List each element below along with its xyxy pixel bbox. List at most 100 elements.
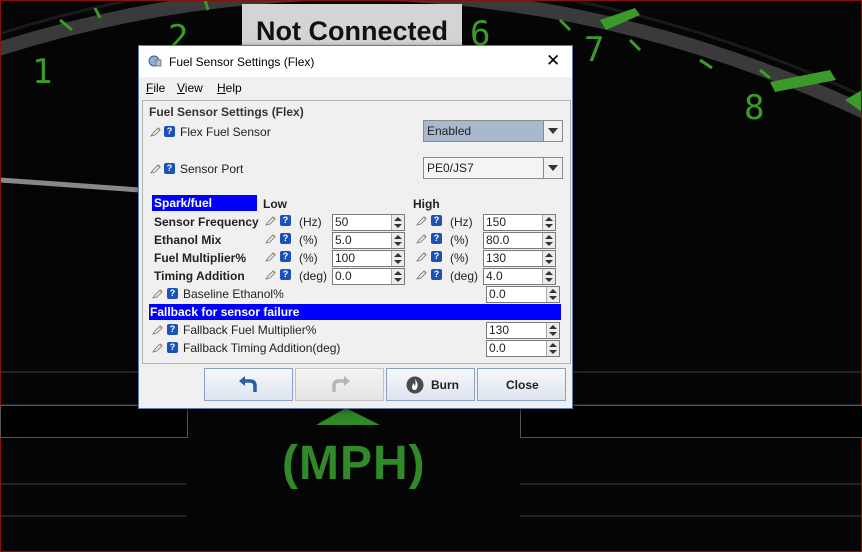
edit-icon[interactable]	[265, 233, 276, 244]
edit-icon[interactable]	[416, 251, 427, 262]
gauge-number-7: 7	[584, 30, 605, 70]
help-icon[interactable]: ?	[431, 215, 442, 226]
spinner-buttons[interactable]	[542, 215, 555, 230]
redo-icon	[332, 376, 350, 392]
low-unit: (%)	[299, 233, 318, 247]
fallback-fuel-multiplier-label: Fallback Fuel Multiplier%	[183, 323, 317, 337]
edit-icon[interactable]	[150, 163, 161, 174]
menu-view[interactable]: View	[177, 81, 203, 95]
title-bar[interactable]: Fuel Sensor Settings (Flex) ✕	[139, 46, 572, 77]
spinner-buttons[interactable]	[391, 215, 404, 230]
timing-addition-label: Timing Addition	[154, 269, 245, 283]
ethanol-mix-low-input[interactable]: 5.0	[332, 232, 405, 249]
high-unit: (%)	[450, 251, 469, 265]
spark-fuel-header: Spark/fuel	[152, 195, 257, 211]
edit-icon[interactable]	[152, 324, 163, 335]
menu-file[interactable]: File	[146, 81, 165, 95]
field-value: 100	[335, 251, 356, 265]
fallback-timing-addition-label: Fallback Timing Addition(deg)	[183, 341, 341, 355]
field-value: 50	[335, 215, 349, 229]
fuel-sensor-dialog: Fuel Sensor Settings (Flex) ✕ File View …	[138, 45, 573, 409]
close-button[interactable]: Close	[477, 368, 566, 401]
high-column-header: High	[413, 197, 440, 211]
edit-icon[interactable]	[152, 342, 163, 353]
spinner-buttons[interactable]	[546, 323, 559, 338]
help-icon[interactable]: ?	[280, 233, 291, 244]
close-icon[interactable]: ✕	[546, 51, 560, 71]
field-value: 5.0	[335, 233, 352, 247]
chevron-down-icon[interactable]	[543, 121, 562, 141]
spinner-buttons[interactable]	[546, 341, 559, 356]
fallback-fuel-multiplier-input[interactable]: 130	[486, 322, 560, 339]
flex-fuel-sensor-value: Enabled	[427, 124, 472, 138]
sensor-frequency-high-input[interactable]: 150	[483, 214, 556, 231]
sensor-frequency-label: Sensor Frequency	[154, 215, 259, 229]
field-value: 0.0	[489, 341, 506, 355]
baseline-ethanol-input[interactable]: 0.0	[486, 286, 560, 303]
field-value: 80.0	[486, 233, 510, 247]
sensor-frequency-low-input[interactable]: 50	[332, 214, 405, 231]
ethanol-mix-label: Ethanol Mix	[154, 233, 222, 247]
edit-icon[interactable]	[265, 269, 276, 280]
low-unit: (Hz)	[299, 215, 322, 229]
sensor-port-select[interactable]: PE0/JS7	[423, 157, 563, 179]
help-icon[interactable]: ?	[167, 324, 178, 335]
burn-label: Burn	[431, 378, 459, 392]
menu-help[interactable]: Help	[217, 81, 242, 95]
chevron-down-icon[interactable]	[543, 158, 562, 178]
edit-icon[interactable]	[150, 126, 161, 137]
help-icon[interactable]: ?	[167, 342, 178, 353]
low-unit: (deg)	[299, 269, 328, 283]
spinner-buttons[interactable]	[542, 269, 555, 284]
help-icon[interactable]: ?	[280, 215, 291, 226]
field-value: 130	[486, 251, 507, 265]
edit-icon[interactable]	[265, 215, 276, 226]
connection-status: Not Connected	[242, 4, 462, 50]
help-icon[interactable]: ?	[280, 269, 291, 280]
edit-icon[interactable]	[152, 288, 163, 299]
baseline-ethanol-label: Baseline Ethanol%	[183, 287, 284, 301]
timing-addition-low-input[interactable]: 0.0	[332, 268, 405, 285]
flex-fuel-sensor-select[interactable]: Enabled	[423, 120, 563, 142]
redo-button[interactable]	[295, 368, 384, 401]
edit-icon[interactable]	[416, 233, 427, 244]
spinner-buttons[interactable]	[391, 233, 404, 248]
undo-button[interactable]	[204, 368, 293, 401]
fallback-section-header: Fallback for sensor failure	[149, 304, 561, 320]
help-icon[interactable]: ?	[164, 163, 175, 174]
high-unit: (%)	[450, 233, 469, 247]
field-value: 4.0	[486, 269, 503, 283]
spinner-buttons[interactable]	[542, 233, 555, 248]
burn-button[interactable]: Burn	[386, 368, 475, 401]
field-value: 0.0	[335, 269, 352, 283]
sensor-port-label: Sensor Port	[180, 162, 244, 176]
help-icon[interactable]: ?	[431, 233, 442, 244]
help-icon[interactable]: ?	[280, 251, 291, 262]
help-icon[interactable]: ?	[431, 269, 442, 280]
burn-icon	[406, 376, 424, 394]
help-icon[interactable]: ?	[431, 251, 442, 262]
field-value: 150	[486, 215, 507, 229]
spinner-buttons[interactable]	[391, 251, 404, 266]
spinner-buttons[interactable]	[542, 251, 555, 266]
undo-icon	[239, 376, 257, 392]
gauge-number-8: 8	[744, 88, 765, 128]
help-icon[interactable]: ?	[167, 288, 178, 299]
gauge-box-right	[520, 405, 862, 438]
close-label: Close	[506, 378, 539, 392]
low-column-header: Low	[263, 197, 287, 211]
spinner-buttons[interactable]	[391, 269, 404, 284]
timing-addition-high-input[interactable]: 4.0	[483, 268, 556, 285]
edit-icon[interactable]	[416, 215, 427, 226]
spinner-buttons[interactable]	[546, 287, 559, 302]
edit-icon[interactable]	[265, 251, 276, 262]
edit-icon[interactable]	[416, 269, 427, 280]
ethanol-mix-high-input[interactable]: 80.0	[483, 232, 556, 249]
fallback-timing-addition-input[interactable]: 0.0	[486, 340, 560, 357]
help-icon[interactable]: ?	[164, 126, 175, 137]
dialog-title: Fuel Sensor Settings (Flex)	[169, 55, 315, 69]
high-unit: (Hz)	[450, 215, 473, 229]
fuel-multiplier-high-input[interactable]: 130	[483, 250, 556, 267]
menu-bar: File View Help	[139, 77, 572, 97]
fuel-multiplier-low-input[interactable]: 100	[332, 250, 405, 267]
